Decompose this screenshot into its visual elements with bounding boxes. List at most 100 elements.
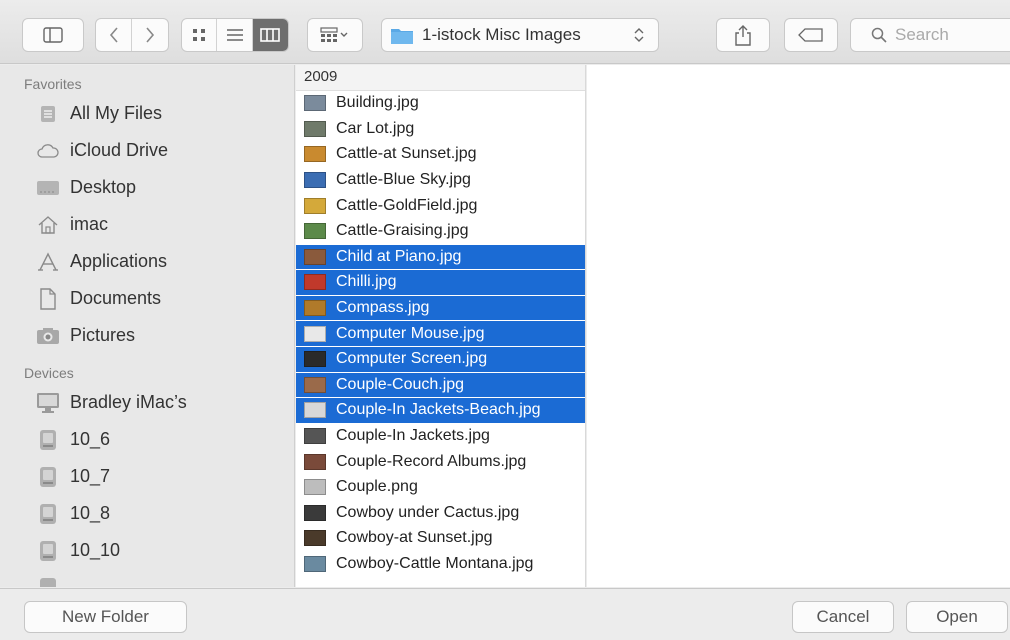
sidebar-item-label: Bradley iMac’s: [70, 392, 187, 412]
image-thumbnail-icon: [304, 402, 326, 419]
favorites-heading: Favorites: [24, 76, 82, 92]
list-view-button[interactable]: [217, 19, 253, 51]
image-thumbnail-icon: [304, 530, 326, 547]
file-row[interactable]: Child at Piano.jpg: [296, 244, 585, 271]
sidebar-item-label: Documents: [70, 288, 162, 308]
sidebar-item-all-my-files[interactable]: All My Files: [0, 95, 294, 132]
image-thumbnail-icon: [304, 376, 326, 393]
list-icon: [226, 29, 243, 41]
file-row[interactable]: Cattle-Blue Sky.jpg: [296, 168, 585, 194]
view-mode-control: [181, 18, 289, 52]
grid-icon: [193, 29, 206, 41]
image-thumbnail-icon: [304, 351, 326, 368]
image-thumbnail-icon: [304, 248, 326, 265]
sidebar-item-label: 10_7: [70, 466, 111, 486]
tag-icon: [798, 28, 823, 42]
file-name: Cattle-Graising.jpg: [336, 222, 469, 240]
file-row[interactable]: Couple-Couch.jpg: [296, 372, 585, 399]
new-folder-button[interactable]: New Folder: [24, 601, 187, 633]
sidebar-item-partial[interactable]: [0, 569, 294, 587]
image-thumbnail-icon: [304, 300, 326, 317]
sidebar-item-label: Desktop: [70, 177, 137, 197]
share-icon: [735, 25, 751, 46]
file-row[interactable]: Computer Screen.jpg: [296, 346, 585, 373]
sidebar-item-label: Applications: [70, 251, 168, 271]
file-row[interactable]: Couple-In Jackets.jpg: [296, 424, 585, 450]
image-thumbnail-icon: [304, 120, 326, 137]
sidebar-toggle-button[interactable]: [22, 18, 84, 52]
sidebar-item-disk-10-10[interactable]: 10_10: [0, 532, 294, 569]
image-thumbnail-icon: [304, 428, 326, 445]
file-name: Couple-In Jackets.jpg: [336, 427, 490, 445]
sidebar-item-documents[interactable]: Documents: [0, 280, 294, 317]
file-name: Cowboy-at Sunset.jpg: [336, 529, 493, 547]
image-thumbnail-icon: [304, 325, 326, 342]
column-header[interactable]: 2009: [296, 65, 585, 91]
search-icon: [871, 27, 887, 43]
image-thumbnail-icon: [304, 146, 326, 163]
file-name: Chilli.jpg: [336, 273, 397, 291]
tag-button[interactable]: [784, 18, 838, 52]
image-thumbnail-icon: [304, 172, 326, 189]
file-row[interactable]: Cattle-Graising.jpg: [296, 219, 585, 245]
file-row[interactable]: Chilli.jpg: [296, 270, 585, 296]
sidebar-item-desktop[interactable]: Desktop: [0, 169, 294, 206]
back-button[interactable]: [96, 19, 133, 51]
sidebar-item-applications[interactable]: Applications: [0, 243, 294, 280]
file-name: Couple-In Jackets-Beach.jpg: [336, 401, 541, 419]
file-name: Cattle-Blue Sky.jpg: [336, 171, 471, 189]
file-row[interactable]: Couple.png: [296, 475, 585, 501]
sidebar-icon: [43, 27, 63, 43]
sidebar-item-label: All My Files: [70, 103, 163, 123]
forward-button[interactable]: [132, 19, 168, 51]
search-input[interactable]: [895, 25, 1005, 45]
sidebar-item-imac[interactable]: imac: [0, 206, 294, 243]
cancel-button[interactable]: Cancel: [792, 601, 894, 633]
sidebar-item-label: iCloud Drive: [70, 140, 169, 160]
chevron-right-icon: [146, 27, 155, 43]
applications-icon: [36, 250, 60, 274]
file-row[interactable]: Computer Mouse.jpg: [296, 321, 585, 347]
image-thumbnail-icon: [304, 479, 326, 496]
image-thumbnail-icon: [304, 504, 326, 521]
icon-view-button[interactable]: [182, 19, 218, 51]
location-label: 1-istock Misc Images: [422, 25, 581, 44]
file-name: Compass.jpg: [336, 299, 430, 317]
sidebar-item-icloud-drive[interactable]: iCloud Drive: [0, 132, 294, 169]
file-row[interactable]: Cowboy-Cattle Montana.jpg: [296, 552, 585, 578]
sidebar-item-label: imac: [70, 214, 109, 234]
file-list: Building.jpg Car Lot.jpg Cattle-at Sunset.…: [296, 91, 585, 577]
cloud-icon: [36, 139, 60, 163]
file-row[interactable]: Cowboy under Cactus.jpg: [296, 501, 585, 527]
location-popup[interactable]: 1-istock Misc Images: [381, 18, 659, 52]
file-row[interactable]: Building.jpg: [296, 91, 585, 117]
updown-chevron-icon: [634, 28, 644, 42]
file-name: Cattle-at Sunset.jpg: [336, 145, 477, 163]
file-row[interactable]: Cattle-at Sunset.jpg: [296, 142, 585, 168]
folder-icon: [391, 29, 413, 44]
toolbar: 1-istock Misc Images: [0, 0, 1010, 64]
file-row[interactable]: Couple-In Jackets-Beach.jpg: [296, 398, 585, 424]
file-name: Cowboy under Cactus.jpg: [336, 503, 520, 521]
file-row[interactable]: Compass.jpg: [296, 295, 585, 322]
sidebar-item-label: 10_8: [70, 503, 111, 523]
sidebar-item-disk-10-7[interactable]: 10_7: [0, 458, 294, 495]
image-thumbnail-icon: [304, 453, 326, 470]
file-name: Couple-Record Albums.jpg: [336, 452, 527, 470]
disk-icon: [36, 428, 60, 452]
column-view-button[interactable]: [252, 19, 288, 51]
file-row[interactable]: Car Lot.jpg: [296, 117, 585, 143]
sidebar-item-disk-10-6[interactable]: 10_6: [0, 421, 294, 458]
group-by-button[interactable]: [307, 18, 363, 52]
sidebar-item-bradley-imac[interactable]: Bradley iMac’s: [0, 384, 294, 421]
file-row[interactable]: Cowboy-at Sunset.jpg: [296, 526, 585, 552]
sidebar-item-disk-10-8[interactable]: 10_8: [0, 495, 294, 532]
open-button[interactable]: Open: [906, 601, 1008, 633]
share-button[interactable]: [716, 18, 770, 52]
search-field[interactable]: [850, 18, 1010, 52]
sidebar-item-pictures[interactable]: Pictures: [0, 317, 294, 354]
file-row[interactable]: Couple-Record Albums.jpg: [296, 449, 585, 475]
image-thumbnail-icon: [304, 197, 326, 214]
file-row[interactable]: Cattle-GoldField.jpg: [296, 193, 585, 219]
sidebar-item-label: Pictures: [70, 325, 136, 345]
